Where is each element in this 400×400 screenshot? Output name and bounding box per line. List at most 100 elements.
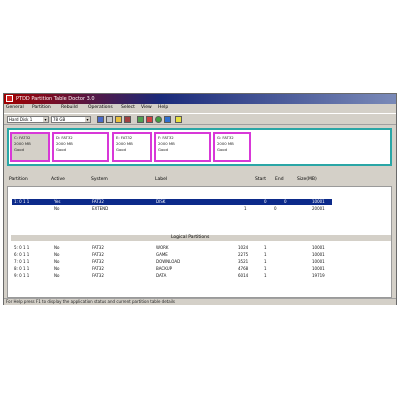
col-system[interactable]: System [91,176,108,184]
cell-label: DATA [156,273,167,278]
partition-block-f[interactable]: F: FAT32 2000 MB Good [154,132,211,162]
column-header: Partition Active System Label Start End … [7,176,392,184]
table-row[interactable]: No EXTEND 1 0 20001 [12,206,332,212]
menu-operations[interactable]: Operations [88,104,113,112]
col-start[interactable]: Start [255,176,266,184]
cell-size: 10001 [312,252,325,257]
cell-active: No [54,259,60,264]
partition-block-e[interactable]: E: FAT32 2000 MB Good [112,132,152,162]
partition-size: 2000 MB [217,141,234,146]
status-bar: For Help press F1 to display the applica… [4,298,396,305]
disk-select-value: Hard Disk 1 [9,117,33,122]
cell-partition: 1: 0 1 1 [14,199,30,204]
table-row[interactable]: 6: 0 1 1 No FAT32 GAME 2275 1 10001 [12,252,332,258]
menu-rebuild[interactable]: Rebuild [61,104,78,112]
window-title: PTDD Partition Table Doctor 3.0 [16,96,95,102]
rebuild-icon[interactable] [137,116,144,123]
cell-size: 10001 [312,199,325,204]
undo-icon[interactable] [124,116,131,123]
cell-label: GAME [156,252,168,257]
partition-block-c[interactable]: C: FAT32 2000 MB Good [10,132,50,162]
refresh-icon[interactable] [164,116,171,123]
cell-start: 0 [264,199,267,204]
partition-label: G: FAT32 [217,135,234,140]
col-active[interactable]: Active [51,176,65,184]
cell-label: BACKUP [156,266,173,271]
partition-label: D: FAT32 [56,135,73,140]
app-window: PTDD Partition Table Doctor 3.0 General … [3,93,397,305]
cell-start: 6014 [238,273,249,278]
table-row[interactable]: 7: 0 1 1 No FAT32 DOWNLOAD 3521 1 10001 [12,259,332,265]
cell-end: 0 [274,206,277,211]
disk-icon[interactable] [97,116,104,123]
cell-system: FAT32 [92,266,104,271]
cell-system: FAT32 [92,259,104,264]
cell-start: 1024 [238,245,249,250]
col-end[interactable]: End [275,176,284,184]
col-label[interactable]: Label [155,176,167,184]
menu-select[interactable]: Select [121,104,135,112]
cell-active: No [54,252,60,257]
partition-block-d[interactable]: D: FAT32 2000 MB Good [52,132,109,162]
cell-label: DOWNLOAD [156,259,181,264]
cell-start: 2275 [238,252,249,257]
cell-system: FAT32 [92,199,104,204]
menu-view[interactable]: View [141,104,152,112]
delete-icon[interactable] [146,116,153,123]
cell-partition: 9: 0 1 1 [14,273,30,278]
cell-partition: 7: 0 1 1 [14,259,30,264]
status-text: For Help press F1 to display the applica… [6,299,175,304]
toolbar: Hard Disk 1 ▾ 78 GB ▾ [4,113,396,125]
disk-select[interactable]: Hard Disk 1 ▾ [7,116,49,123]
partition-status: Good [116,147,126,152]
partition-status: Good [56,147,66,152]
table-row[interactable]: 8: 0 1 1 No FAT32 BACKUP 4768 1 10001 [12,266,332,272]
col-partition[interactable]: Partition [9,176,28,184]
partition-size: 2000 MB [14,141,31,146]
partition-label: E: FAT32 [116,135,133,140]
folder-icon[interactable] [115,116,122,123]
partition-status: Good [14,147,24,152]
cell-active: No [54,266,60,271]
cell-end: 0 [284,199,287,204]
cell-start: 1 [244,206,247,211]
logical-partitions-header: Logical Partitions [11,235,391,241]
col-size[interactable]: Size(MB) [297,176,317,184]
apply-icon[interactable] [155,116,162,123]
save-icon[interactable] [106,116,113,123]
logical-title: Logical Partitions [171,235,210,240]
cell-size: 10001 [312,259,325,264]
menu-partition[interactable]: Partition [32,104,51,112]
size-select[interactable]: 78 GB ▾ [51,116,91,123]
partition-block-g[interactable]: G: FAT32 2000 MB Good [213,132,251,162]
cell-system: FAT32 [92,273,104,278]
partition-size: 2000 MB [56,141,73,146]
partition-status: Good [158,147,168,152]
cell-partition: 6: 0 1 1 [14,252,30,257]
cell-system: EXTEND [92,206,109,211]
cell-start: 3521 [238,259,249,264]
partition-label: F: FAT32 [158,135,174,140]
cell-end: 1 [264,273,267,278]
disk-map: C: FAT32 2000 MB Good D: FAT32 2000 MB G… [7,128,392,166]
cell-size: 20001 [312,206,325,211]
table-row[interactable]: 5: 0 1 1 No FAT32 WORK 1024 1 10001 [12,245,332,251]
cell-active: No [54,206,60,211]
table-row[interactable]: 1: 0 1 1 Yes FAT32 DISK 0 0 10001 [12,199,332,205]
cell-active: Yes [54,199,61,204]
table-row[interactable]: 9: 0 1 1 No FAT32 DATA 6014 1 19719 [12,273,332,279]
cell-label: WORK [156,245,169,250]
partition-label: C: FAT32 [14,135,31,140]
title-bar[interactable]: PTDD Partition Table Doctor 3.0 [4,94,396,104]
help-icon[interactable] [175,116,182,123]
cell-active: No [54,245,60,250]
cell-active: No [54,273,60,278]
cell-end: 1 [264,252,267,257]
cell-start: 4768 [238,266,249,271]
cell-partition: 8: 0 1 1 [14,266,30,271]
cell-system: FAT32 [92,245,104,250]
cell-size: 10001 [312,245,325,250]
menu-general[interactable]: General [6,104,24,112]
menu-help[interactable]: Help [158,104,168,112]
cell-partition: 5: 0 1 1 [14,245,30,250]
